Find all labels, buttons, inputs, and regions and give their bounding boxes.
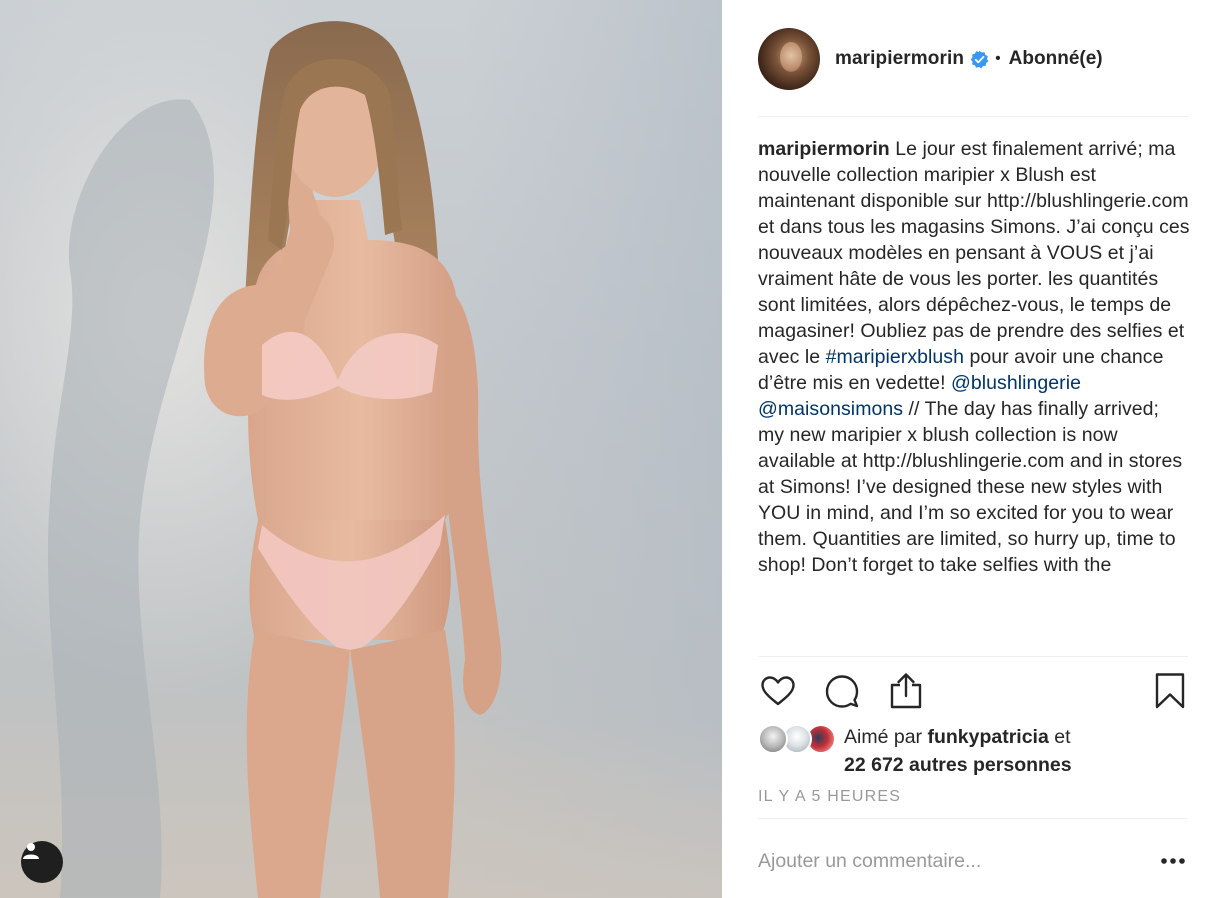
verified-badge-icon — [970, 50, 989, 69]
caption-mention-link[interactable]: @blushlingerie — [951, 372, 1081, 394]
post-caption: maripiermorin Le jour est finalement arr… — [758, 136, 1190, 654]
comment-divider — [758, 818, 1188, 819]
likes-text: Aimé par funkypatricia et 22 672 autres … — [844, 723, 1072, 779]
bookmark-icon — [1155, 673, 1185, 709]
post-actions — [758, 670, 1190, 712]
caption-hashtag-link[interactable]: #maripierxblush — [826, 346, 964, 368]
likes-connector: et — [1048, 726, 1071, 748]
comment-input[interactable] — [758, 844, 1138, 878]
share-icon — [890, 673, 922, 709]
post-timestamp[interactable]: IL Y A 5 HEURES — [758, 788, 901, 806]
avatar[interactable] — [758, 28, 820, 90]
liker-avatars — [758, 724, 838, 758]
user-tag-icon — [23, 843, 39, 859]
caption-divider — [758, 656, 1188, 657]
header-separator: • — [995, 50, 1001, 67]
caption-text: Le jour est finalement arrivé; ma nouvel… — [758, 138, 1190, 368]
likes-summary: Aimé par funkypatricia et 22 672 autres … — [758, 722, 1188, 778]
header-divider — [758, 116, 1188, 117]
post-side-panel: maripiermorin • Abonné(e) maripiermorin … — [722, 0, 1224, 898]
follow-status-button[interactable]: Abonné(e) — [1009, 48, 1103, 70]
comment-button[interactable] — [822, 670, 862, 712]
caption-mention-link[interactable]: @maisonsimons — [758, 398, 903, 420]
caption-text: // The day has finally arrived; my new m… — [758, 398, 1183, 576]
post-header: maripiermorin • Abonné(e) — [758, 28, 1188, 90]
save-button[interactable] — [1150, 670, 1190, 712]
more-options-button[interactable] — [1156, 846, 1190, 876]
user-tag-button[interactable] — [21, 841, 63, 883]
heart-icon — [761, 676, 795, 706]
likes-count[interactable]: 22 672 autres personnes — [844, 754, 1072, 776]
avatar[interactable] — [758, 724, 788, 754]
comment-bubble-icon — [825, 675, 859, 708]
like-button[interactable] — [758, 670, 798, 712]
liker-username[interactable]: funkypatricia — [927, 726, 1048, 748]
more-dots-icon — [1161, 858, 1185, 864]
comment-box — [758, 838, 1190, 884]
likes-prefix: Aimé par — [844, 726, 928, 748]
photo-figure — [47, 21, 502, 898]
share-button[interactable] — [886, 670, 926, 712]
post-photo[interactable] — [0, 0, 722, 898]
header-username[interactable]: maripiermorin — [835, 48, 964, 70]
caption-username[interactable]: maripiermorin — [758, 138, 890, 160]
